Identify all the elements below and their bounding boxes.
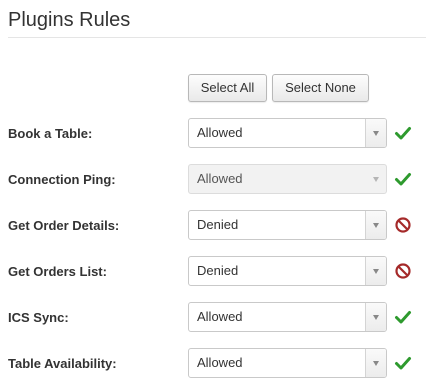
select-none-button[interactable]: Select None — [272, 74, 369, 102]
check-icon — [395, 357, 411, 370]
chevron-down-icon — [373, 131, 379, 136]
check-icon — [395, 173, 411, 186]
chevron-down-icon — [373, 177, 379, 182]
prohibited-icon — [395, 217, 411, 233]
select-arrow-button[interactable] — [365, 349, 386, 377]
rule-select[interactable]: Allowed — [188, 302, 387, 332]
select-all-button[interactable]: Select All — [188, 74, 267, 102]
rule-row-ics-sync: ICS Sync: Allowed — [0, 302, 426, 332]
select-value: Denied — [197, 263, 239, 278]
rule-row-table-availability: Table Availability: Allowed — [0, 348, 426, 378]
rule-label: Book a Table: — [8, 126, 93, 141]
rule-label: Get Orders List: — [8, 264, 107, 279]
chevron-down-icon — [373, 269, 379, 274]
rule-row-book-a-table: Book a Table: Allowed — [0, 118, 426, 148]
rule-select: Allowed — [188, 164, 387, 194]
rule-label: ICS Sync: — [8, 310, 69, 325]
select-value: Allowed — [197, 309, 243, 324]
check-icon — [395, 311, 411, 324]
rule-row-connection-ping: Connection Ping: Allowed — [0, 164, 426, 194]
select-value: Denied — [197, 217, 239, 232]
chevron-down-icon — [373, 223, 379, 228]
prohibited-icon — [395, 263, 411, 279]
chevron-down-icon — [373, 315, 379, 320]
rule-label: Table Availability: — [8, 356, 117, 371]
chevron-down-icon — [373, 361, 379, 366]
title-divider — [8, 37, 426, 38]
select-arrow-button[interactable] — [365, 303, 386, 331]
rule-row-get-orders-list: Get Orders List: Denied — [0, 256, 426, 286]
rule-select[interactable]: Allowed — [188, 118, 387, 148]
rule-label: Connection Ping: — [8, 172, 116, 187]
select-value: Allowed — [197, 125, 243, 140]
rule-select[interactable]: Denied — [188, 210, 387, 240]
rule-select[interactable]: Allowed — [188, 348, 387, 378]
rule-select[interactable]: Denied — [188, 256, 387, 286]
select-arrow-button — [366, 165, 386, 193]
select-arrow-button[interactable] — [365, 257, 386, 285]
select-arrow-button[interactable] — [365, 211, 386, 239]
page-title: Plugins Rules — [8, 9, 131, 31]
rule-row-get-order-details: Get Order Details: Denied — [0, 210, 426, 240]
select-arrow-button[interactable] — [365, 119, 386, 147]
rule-label: Get Order Details: — [8, 218, 120, 233]
check-icon — [395, 127, 411, 140]
select-value: Allowed — [197, 171, 243, 186]
select-value: Allowed — [197, 355, 243, 370]
